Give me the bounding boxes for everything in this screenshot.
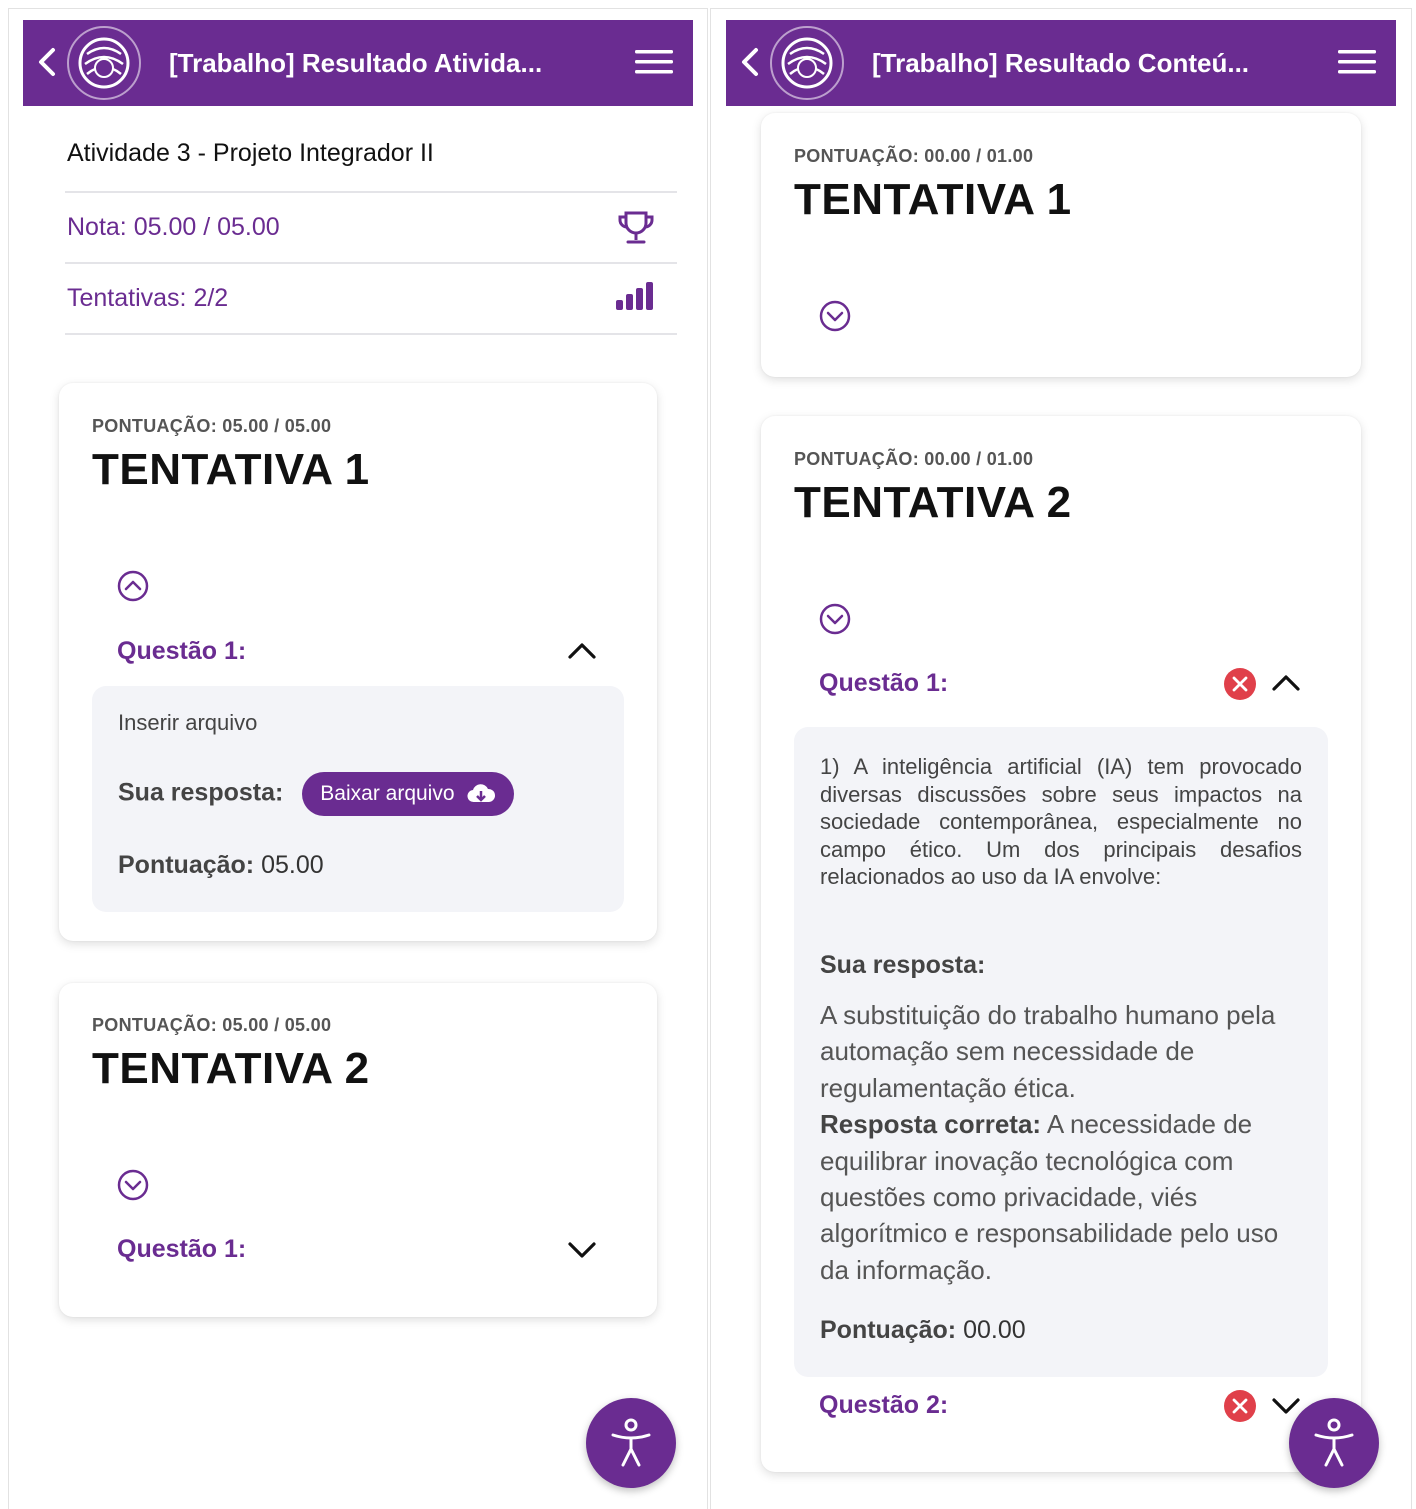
- attempt-title: TENTATIVA 2: [92, 1044, 370, 1093]
- chevron-circle-down-icon[interactable]: [818, 602, 852, 636]
- cloud-download-icon: [467, 784, 496, 803]
- your-answer-text: A substituição do trabalho humano pela a…: [820, 1000, 1276, 1103]
- hamburger-menu-icon[interactable]: [1336, 47, 1378, 77]
- correct-answer-label: Resposta correta:: [820, 1109, 1042, 1140]
- hamburger-menu-icon[interactable]: [633, 47, 675, 77]
- logo: [770, 26, 844, 100]
- points-value: 05.00: [261, 851, 324, 879]
- page-title: [Trabalho] Resultado Conteú...: [872, 48, 1250, 78]
- attempt-title: TENTATIVA 1: [92, 445, 370, 494]
- attempt-card: PONTUAÇÃO: 00.00 / 01.00 TENTATIVA 1: [761, 113, 1361, 377]
- download-button-label: Baixar arquivo: [320, 782, 455, 805]
- accessibility-icon: [611, 1418, 651, 1467]
- question-label: Questão 1:: [819, 669, 949, 697]
- attempt-card: PONTUAÇÃO: 05.00 / 05.00 TENTATIVA 2 Que…: [59, 983, 657, 1317]
- accessibility-button[interactable]: [1289, 1398, 1379, 1488]
- question-label: Questão 2:: [819, 1391, 949, 1419]
- attempt-score: PONTUAÇÃO: 00.00 / 01.00: [794, 146, 1034, 166]
- signal-bars-icon: [616, 282, 653, 310]
- attempt-score: PONTUAÇÃO: 05.00 / 05.00: [92, 416, 332, 436]
- your-answer-line: Sua resposta: Baixar arquivo: [118, 772, 515, 816]
- chevron-circle-up-icon[interactable]: [116, 569, 150, 603]
- attempt-score: PONTUAÇÃO: 05.00 / 05.00: [92, 1015, 332, 1035]
- attempt-card: PONTUAÇÃO: 00.00 / 01.00 TENTATIVA 2 Que…: [761, 416, 1361, 1472]
- divider: [65, 333, 677, 335]
- question-body: Inserir arquivo Sua resposta: Baixar arq…: [92, 686, 624, 912]
- accessibility-icon: [1314, 1418, 1354, 1467]
- back-arrow-icon[interactable]: [738, 44, 762, 80]
- question-header[interactable]: Questão 1:: [117, 631, 597, 671]
- attempt-score: PONTUAÇÃO: 00.00 / 01.00: [794, 449, 1034, 469]
- logo: [67, 26, 141, 100]
- left-screen: [Trabalho] Resultado Ativida... Atividad…: [8, 8, 708, 1509]
- chevron-down-icon[interactable]: [567, 1235, 597, 1263]
- points-label: Pontuação:: [820, 1316, 957, 1344]
- download-file-button[interactable]: Baixar arquivo: [302, 772, 515, 816]
- chevron-circle-down-icon[interactable]: [818, 299, 852, 333]
- answer-block: A substituição do trabalho humano pela a…: [820, 997, 1288, 1288]
- question-body: 1) A inteligência artificial (IA) tem pr…: [794, 727, 1328, 1377]
- your-answer-label: Sua resposta:: [820, 951, 986, 979]
- chevron-up-icon[interactable]: [567, 637, 597, 665]
- attempt-title: TENTATIVA 2: [794, 478, 1072, 527]
- points-line: Pontuação: 00.00: [820, 1316, 1026, 1345]
- error-x-icon: [1224, 1390, 1256, 1422]
- grade-label: Nota: 05.00 / 05.00: [67, 213, 280, 241]
- attempt-card: PONTUAÇÃO: 05.00 / 05.00 TENTATIVA 1 Que…: [59, 383, 657, 941]
- question-header[interactable]: Questão 2:: [819, 1385, 1301, 1425]
- app-bar: [Trabalho] Resultado Conteú...: [726, 20, 1396, 106]
- activity-title: Atividade 3 - Projeto Integrador II: [67, 139, 434, 167]
- page-title: [Trabalho] Resultado Ativida...: [169, 48, 543, 78]
- attempts-label: Tentativas: 2/2: [67, 284, 229, 312]
- right-screen: [Trabalho] Resultado Conteú... PONTUAÇÃO…: [710, 8, 1412, 1509]
- accessibility-button[interactable]: [586, 1398, 676, 1488]
- your-answer-label: Sua resposta:: [118, 778, 284, 807]
- question-header[interactable]: Questão 1:: [117, 1229, 597, 1269]
- error-x-icon: [1224, 668, 1256, 700]
- question-prompt: Inserir arquivo: [118, 710, 258, 735]
- chevron-up-icon[interactable]: [1271, 669, 1301, 697]
- back-arrow-icon[interactable]: [35, 44, 59, 80]
- app-bar: [Trabalho] Resultado Ativida...: [23, 20, 693, 106]
- chevron-circle-down-icon[interactable]: [116, 1168, 150, 1202]
- grade-row: Nota: 05.00 / 05.00: [65, 191, 677, 263]
- attempt-title: TENTATIVA 1: [794, 175, 1072, 224]
- question-label: Questão 1:: [117, 1235, 247, 1263]
- trophy-icon: [618, 211, 654, 244]
- question-header[interactable]: Questão 1:: [819, 663, 1301, 703]
- points-label: Pontuação:: [118, 851, 255, 879]
- chevron-down-icon[interactable]: [1271, 1391, 1301, 1419]
- question-text: 1) A inteligência artificial (IA) tem pr…: [820, 754, 1302, 889]
- attempts-row: Tentativas: 2/2: [65, 262, 677, 334]
- points-line: Pontuação: 05.00: [118, 851, 324, 880]
- question-label: Questão 1:: [117, 637, 247, 665]
- points-value: 00.00: [963, 1316, 1026, 1344]
